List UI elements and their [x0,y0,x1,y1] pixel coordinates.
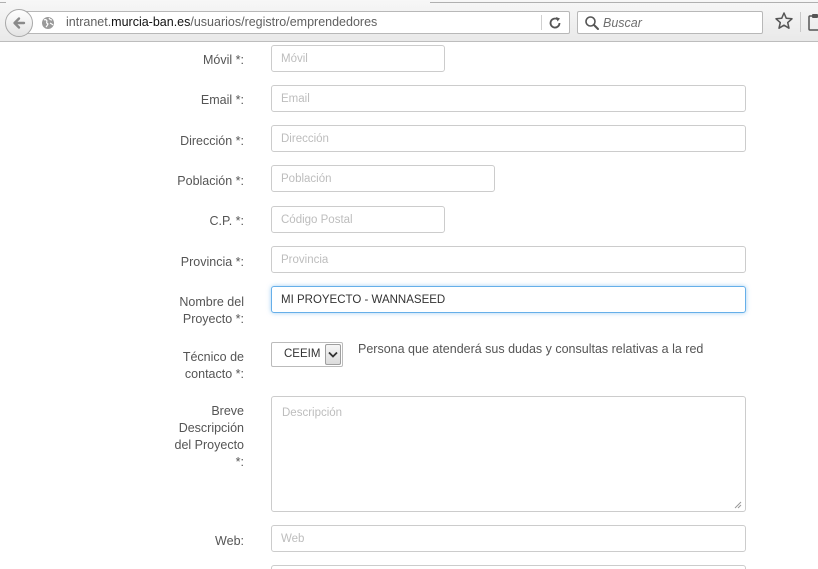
label-line: Breve [211,404,244,418]
back-button[interactable] [5,9,33,37]
poblacion-label: Población *: [177,174,244,188]
provincia-label: Provincia *: [180,255,244,269]
provincia-input[interactable] [271,246,746,273]
url-path: /usuarios/registro/emprendedores [190,15,378,29]
nombre-proyecto-label: Nombre del Proyecto *: [179,294,244,328]
tecnico-selected-value: CEEIM [284,348,321,360]
email-label: Email *: [200,93,244,107]
web-label: Web: [215,534,244,548]
clipboard-icon[interactable] [806,12,818,32]
descripcion-textarea[interactable] [271,396,746,512]
tab-strip-edge [0,0,6,3]
web-input[interactable] [271,525,746,552]
search-placeholder[interactable]: Buscar [603,16,642,30]
label-line: del Proyecto [174,438,244,452]
back-arrow-icon [13,17,26,29]
label-line: Descripción [178,421,244,435]
url-domain: murcia-ban.es [111,15,191,29]
movil-input[interactable] [271,45,445,72]
toolbar-separator [800,12,801,32]
movil-label: Móvil *: [203,53,244,67]
direccion-input[interactable] [271,125,746,152]
tecnico-select[interactable]: CEEIM [271,342,343,367]
star-icon[interactable] [774,11,794,31]
tecnico-hint: Persona que atenderá sus dudas y consult… [358,342,704,356]
address-bar[interactable]: intranet.murcia-ban.es/usuarios/registro… [26,11,570,34]
next-field-input[interactable] [271,565,746,569]
email-input[interactable] [271,85,746,112]
label-line: Técnico de [182,350,244,364]
search-icon [585,16,599,30]
poblacion-input[interactable] [271,165,495,192]
dropdown-arrow[interactable] [325,344,341,365]
label-line: *: [235,455,244,469]
direccion-label: Dirección *: [180,134,244,148]
url-prefix: intranet. [66,15,112,29]
label-line: contacto *: [184,367,244,381]
reload-icon[interactable] [547,15,563,31]
descripcion-label: Breve Descripción del Proyecto *: [175,403,244,471]
resize-grip-icon[interactable] [733,500,742,509]
cp-label: C.P. *: [209,214,244,228]
url-text[interactable]: intranet.murcia-ban.es/usuarios/registro… [66,15,377,29]
chevron-down-icon [328,351,338,358]
label-line: Nombre del [179,295,244,309]
nombre-proyecto-input[interactable] [271,286,746,313]
tecnico-label: Técnico de contacto *: [183,349,244,383]
cp-input[interactable] [271,206,445,233]
url-separator [541,15,542,30]
tab-strip-edge [430,0,818,3]
search-bar[interactable]: Buscar [577,11,763,34]
globe-icon[interactable] [41,16,55,30]
label-line: Proyecto *: [182,312,244,326]
browser-toolbar: intranet.murcia-ban.es/usuarios/registro… [0,0,818,42]
